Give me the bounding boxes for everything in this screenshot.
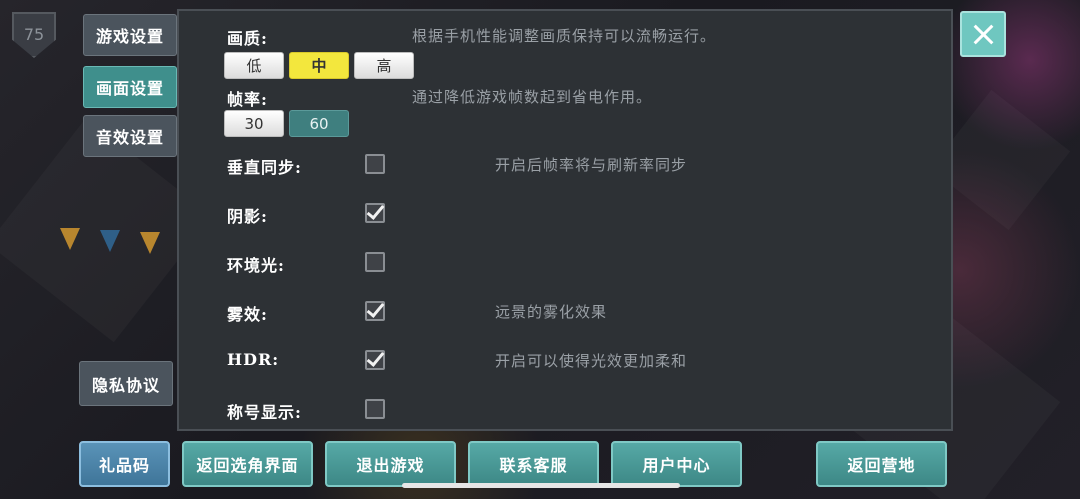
vsync-description: 开启后帧率将与刷新率同步 [495, 156, 688, 174]
framerate-description: 通过降低游戏帧数起到省电作用。 [412, 88, 653, 106]
tab-label: 音效设置 [95, 128, 164, 147]
quality-label: 画质: [227, 29, 268, 48]
fog-checkbox[interactable] [365, 299, 385, 321]
shadow-checkbox[interactable] [365, 201, 385, 223]
hdr-label: HDR: [227, 350, 280, 369]
framerate-label: 帧率: [227, 90, 268, 109]
quality-medium-option[interactable]: 中 [289, 52, 349, 79]
quality-low-option[interactable]: 低 [224, 52, 284, 79]
back-to-character-select-button[interactable]: 返回选角界面 [182, 441, 313, 487]
vsync-checkbox[interactable] [365, 154, 385, 174]
back-to-camp-label: 返回营地 [847, 456, 916, 475]
tab-graphics-settings[interactable]: 画面设置 [83, 66, 177, 108]
contact-support-label: 联系客服 [499, 456, 568, 475]
quality-description: 根据手机性能调整画质保持可以流畅运行。 [412, 27, 717, 45]
user-center-label: 用户中心 [642, 456, 711, 475]
graphics-settings-panel: 画质: 根据手机性能调整画质保持可以流畅运行。 低 中 高 帧率: 通过降低游戏… [177, 9, 953, 431]
exit-game-button[interactable]: 退出游戏 [325, 441, 456, 487]
tab-label: 画面设置 [95, 79, 164, 98]
player-level-value: 75 [23, 25, 45, 44]
hdr-checkbox[interactable] [365, 348, 385, 370]
gift-code-label: 礼品码 [98, 456, 150, 475]
back-to-character-select-label: 返回选角界面 [196, 456, 299, 475]
hdr-description: 开启可以使得光效更加柔和 [495, 352, 688, 370]
exit-game-label: 退出游戏 [356, 456, 425, 475]
user-center-button[interactable]: 用户中心 [611, 441, 742, 487]
ambient-light-label: 环境光: [227, 256, 285, 275]
privacy-policy-label: 隐私协议 [91, 375, 160, 395]
quality-high-option[interactable]: 高 [354, 52, 414, 79]
shadow-label: 阴影: [227, 207, 268, 226]
framerate-60-option[interactable]: 60 [289, 110, 349, 137]
close-button[interactable] [960, 11, 1006, 57]
ambient-light-checkbox[interactable] [365, 252, 385, 272]
tab-audio-settings[interactable]: 音效设置 [83, 115, 177, 157]
banner-flag [140, 232, 160, 254]
tab-label: 游戏设置 [95, 27, 164, 46]
gift-code-button[interactable]: 礼品码 [79, 441, 170, 487]
banner-flag [100, 230, 120, 252]
tab-game-settings[interactable]: 游戏设置 [83, 14, 177, 56]
title-display-checkbox[interactable] [365, 399, 385, 419]
title-display-label: 称号显示: [227, 403, 302, 422]
checkmark-icon [366, 201, 385, 220]
checkmark-icon [366, 348, 385, 367]
banner-flag [60, 228, 80, 250]
home-indicator[interactable] [402, 483, 680, 488]
contact-support-button[interactable]: 联系客服 [468, 441, 599, 487]
fog-label: 雾效: [227, 305, 268, 324]
framerate-30-option[interactable]: 30 [224, 110, 284, 137]
privacy-policy-button[interactable]: 隐私协议 [79, 361, 173, 406]
fog-description: 远景的雾化效果 [495, 303, 608, 321]
checkmark-icon [366, 299, 385, 318]
back-to-camp-button[interactable]: 返回营地 [816, 441, 947, 487]
vsync-label: 垂直同步: [227, 158, 302, 177]
